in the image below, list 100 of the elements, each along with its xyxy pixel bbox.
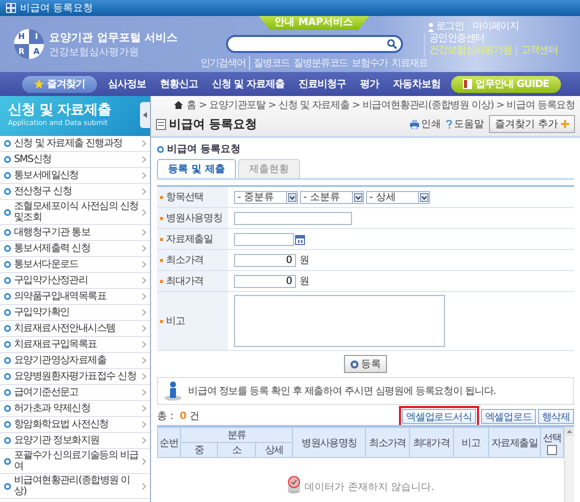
price-field[interactable]: 0 (234, 254, 296, 267)
sidebar-item[interactable]: 급여기준선문고 (0, 385, 150, 401)
select-field[interactable]: - 소분류 (300, 190, 364, 204)
tab[interactable]: 등록 및 제출 (157, 159, 236, 178)
bullet-icon (4, 458, 11, 464)
text-field[interactable] (234, 212, 352, 224)
nav-item[interactable]: 신청 및 자료제출 (205, 77, 292, 91)
notice-text: 비급여 정보를 등록 확인 후 제출하여 주시면 심평원에 등록요청이 됩니다. (188, 385, 496, 398)
dropdown-icon (286, 192, 298, 202)
select-field[interactable]: - 상세 (366, 190, 430, 204)
sidebar-item[interactable]: 통보서메일신청 (0, 168, 150, 184)
sidebar-item[interactable]: 신청 및 자료제출 진행과정 (0, 136, 150, 152)
select-all-checkbox[interactable] (547, 444, 558, 454)
sidebar-item[interactable]: 요양병원환자평가표접수 신청 (0, 369, 150, 385)
field-label: 최소가격 (157, 250, 228, 270)
sidebar-item[interactable]: 치료재료사전안내시스템 (0, 321, 150, 337)
search-field[interactable] (226, 35, 402, 53)
add-favorite-button[interactable]: 즐겨찾기 추가 (488, 115, 575, 133)
bullet-icon (4, 277, 11, 284)
column-header: 최대가격 (409, 428, 454, 458)
memo-field[interactable] (234, 295, 446, 347)
print-link[interactable]: 인쇄 (410, 117, 441, 131)
logo: H I R A (14, 29, 44, 59)
bullet-icon (4, 421, 11, 428)
bullet-icon (4, 389, 11, 396)
select-field[interactable]: - 중분류 (234, 190, 298, 204)
org-name: 건강보험심사평가원 (49, 46, 140, 58)
bullet-icon (4, 261, 11, 268)
unit-label: 원 (300, 276, 310, 287)
count-value: 0 (180, 411, 187, 422)
field-label: 자료제출일 (157, 228, 228, 250)
sidebar-item[interactable]: 요양기관 정보화지원 (0, 433, 150, 449)
bullet-icon (4, 309, 11, 316)
column-header: 병원사용명칭 (292, 428, 366, 458)
no-data-icon (286, 476, 301, 494)
nav-item[interactable]: 평가 (352, 77, 386, 91)
price-field[interactable]: 0 (234, 274, 296, 288)
nav-item[interactable]: 자동차보험 (386, 77, 448, 91)
chevron-icon (142, 325, 146, 332)
bullet-icon (4, 325, 11, 332)
bullet-icon (4, 140, 11, 147)
chevron-icon (142, 156, 146, 163)
column-header: 소 (218, 442, 256, 458)
register-button[interactable]: 등록 (344, 355, 387, 373)
nav-item[interactable]: 심사정보 (101, 77, 153, 91)
sidebar-item[interactable]: 구입약가산정관리 (0, 273, 150, 289)
bullet-icon (4, 357, 11, 364)
scrollbar[interactable] (564, 427, 574, 502)
sidebar-item[interactable]: 치료재료구입목록표 (0, 337, 150, 353)
dropdown-icon (352, 192, 364, 202)
chevron-icon (142, 229, 146, 236)
date-field[interactable] (234, 232, 294, 246)
bullet-icon (157, 146, 164, 152)
sidebar-item[interactable]: 항암화학요법 사전신청 (0, 417, 150, 433)
collapse-handle[interactable] (140, 102, 150, 128)
chevron-icon (142, 208, 146, 216)
chevron-icon (142, 277, 146, 284)
question-icon (446, 120, 452, 128)
sidebar-item[interactable]: SMS신청 (0, 152, 150, 168)
bullet-icon (4, 405, 11, 412)
info-icon (164, 381, 182, 401)
help-link[interactable]: 도움말 (446, 117, 484, 131)
bullet-icon (4, 482, 11, 490)
plus-icon (561, 120, 569, 128)
toolbar-button[interactable]: 엑셀업로드 (480, 408, 536, 424)
chevron-icon (142, 405, 146, 412)
bullet-icon (4, 208, 11, 216)
column-header: 최소가격 (366, 428, 410, 458)
chevron-icon (142, 188, 146, 195)
bullet-icon (4, 341, 11, 348)
sidebar-item[interactable]: 전산청구 신청 (0, 184, 150, 200)
nav-item[interactable]: 진료비청구 (291, 77, 353, 91)
sidebar-item[interactable]: 통보서다운로드 (0, 257, 150, 273)
sidebar-item[interactable]: 대행청구기관 통보 (0, 225, 150, 241)
sidebar-item[interactable]: 의약품구입내역목록표 (0, 289, 150, 305)
sidebar-item[interactable]: 포괄수가 신의료기술등의 비급여 (0, 449, 150, 474)
unit-label: 원 (300, 255, 310, 266)
chevron-icon (142, 341, 146, 348)
search-icon (386, 39, 396, 49)
toolbar-button[interactable]: 행삭제 (538, 408, 574, 424)
chevron-icon (142, 261, 146, 268)
window-icon (6, 3, 16, 13)
chevron-icon (142, 245, 146, 252)
star-icon (34, 79, 44, 89)
sidebar-item[interactable]: 비급여현황관리(종합병원 이상) (0, 474, 150, 499)
document-icon (156, 118, 166, 130)
circle-icon (350, 360, 359, 368)
chevron-icon (142, 140, 146, 147)
book-icon (463, 79, 472, 89)
sidebar-item[interactable]: 구입약가확인 (0, 305, 150, 321)
sidebar-item[interactable]: 허가초과 약제신청 (0, 401, 150, 417)
bullet-icon (4, 293, 11, 300)
sidebar-item[interactable]: 조혈모세포이식 사전심의 신청및조회 (0, 200, 150, 225)
nav-item[interactable]: 현황신고 (153, 77, 205, 91)
column-header: 중 (180, 442, 218, 458)
popular-searches-label: 인기검색어 (200, 56, 250, 70)
sidebar-item[interactable]: 요양기관영상자료제출 (0, 353, 150, 369)
toolbar-button[interactable]: 엑셀업로드서식 (402, 408, 476, 424)
chevron-icon (142, 421, 146, 428)
sidebar-item[interactable]: 통보서제출력 신청 (0, 241, 150, 257)
